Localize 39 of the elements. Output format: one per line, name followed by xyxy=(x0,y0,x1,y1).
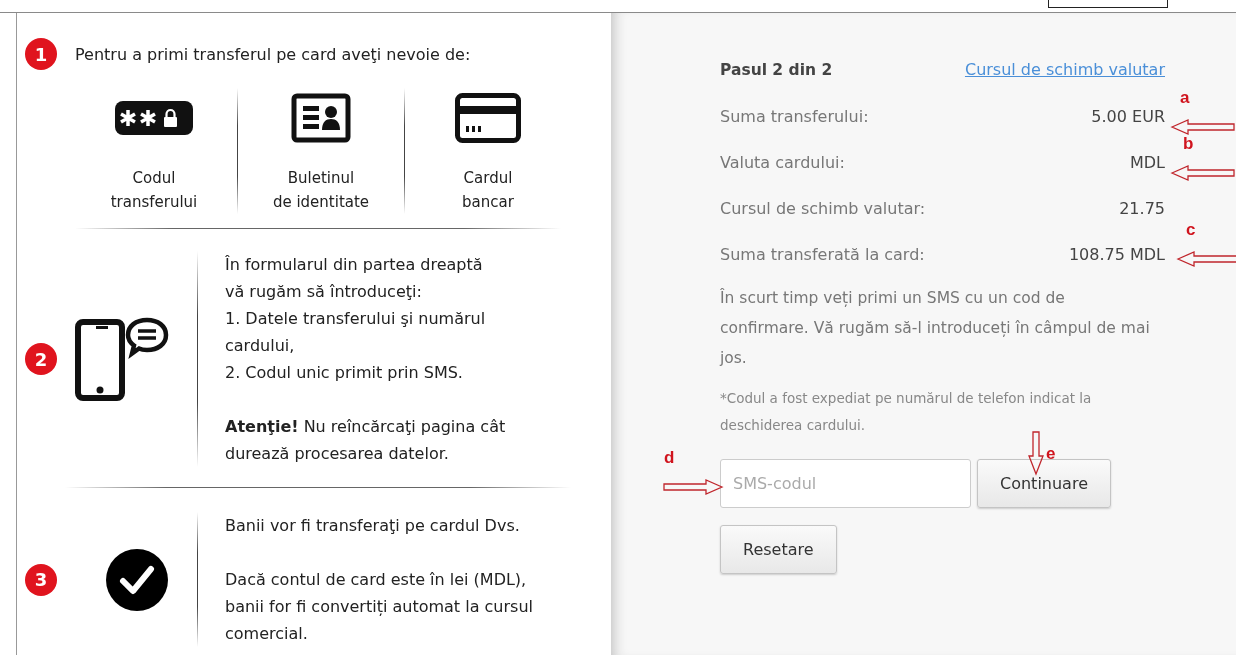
step-number: 3 xyxy=(25,563,57,596)
paragraph: Banii vor fi transferaţi pe cardul Dvs. xyxy=(225,515,521,537)
annotation-label: d xyxy=(664,448,675,468)
step-number: 2 xyxy=(25,343,57,375)
password-icon xyxy=(114,100,194,136)
field-label: Suma transferată la card: xyxy=(720,244,925,264)
annotation-arrow xyxy=(1170,164,1236,182)
annotation-arrow xyxy=(1028,430,1044,476)
step-title: Pentru a primi transferul pe card aveţi nevoie de: xyxy=(75,44,471,64)
sms-code-field[interactable]: SMS-codul xyxy=(720,459,971,508)
footnote-text: *Codul a fost expediat pe numărul de telefon indicat la deschiderea cardului. xyxy=(720,389,1093,435)
phone-message-icon xyxy=(75,317,169,401)
field-value: 21.75 xyxy=(1119,198,1165,218)
instruction-text: În scurt timp veți primi un SMS cu un cod de confirmare. Vă rugăm să-l introduceți în câmpul de mai jos. xyxy=(720,287,1151,369)
field-label: Suma transferului: xyxy=(720,106,869,126)
checkmark-icon xyxy=(105,547,169,612)
field-value: 5.00 EUR xyxy=(1091,106,1165,126)
field-value: MDL xyxy=(1129,152,1165,172)
continue-button[interactable]: Continuare xyxy=(977,459,1111,508)
step-number: 1 xyxy=(25,38,57,70)
annotation-arrow xyxy=(662,478,724,496)
paragraph: Dacă contul de card este în lei (MDL), banii for fi convertiți automat la cursul comercial. xyxy=(225,569,533,645)
requirement-label: Buletinul de identitate xyxy=(272,168,370,213)
annotation-label: c xyxy=(1186,220,1196,240)
annotation-arrow xyxy=(1170,118,1236,136)
bank-card-icon xyxy=(455,93,521,143)
annotation-arrow xyxy=(1176,250,1236,268)
requirement-label: Codul transferului xyxy=(110,168,198,213)
paragraph: Atenţie! Nu reîncărcaţi pagina cât durează procesarea datelor. xyxy=(225,416,506,465)
id-card-icon xyxy=(291,93,351,143)
field-label: Valuta cardului: xyxy=(720,152,845,172)
field-label: Cursul de schimb valutar: xyxy=(720,198,926,218)
annotation-label: b xyxy=(1183,134,1194,154)
paragraph: În formularul din partea dreaptă vă rugăm să întroduceţi: 1. Datele transferului şi numărul cardului, 2. Codul unic primit prin SMS. xyxy=(225,254,487,384)
field-value: 108.75 MDL xyxy=(1068,244,1165,264)
annotation-label: a xyxy=(1180,88,1190,108)
step-indicator: Pasul 2 din 2 xyxy=(720,61,833,79)
reset-button[interactable]: Resetare xyxy=(720,525,837,574)
requirement-label: Cardul bancar xyxy=(462,168,514,213)
